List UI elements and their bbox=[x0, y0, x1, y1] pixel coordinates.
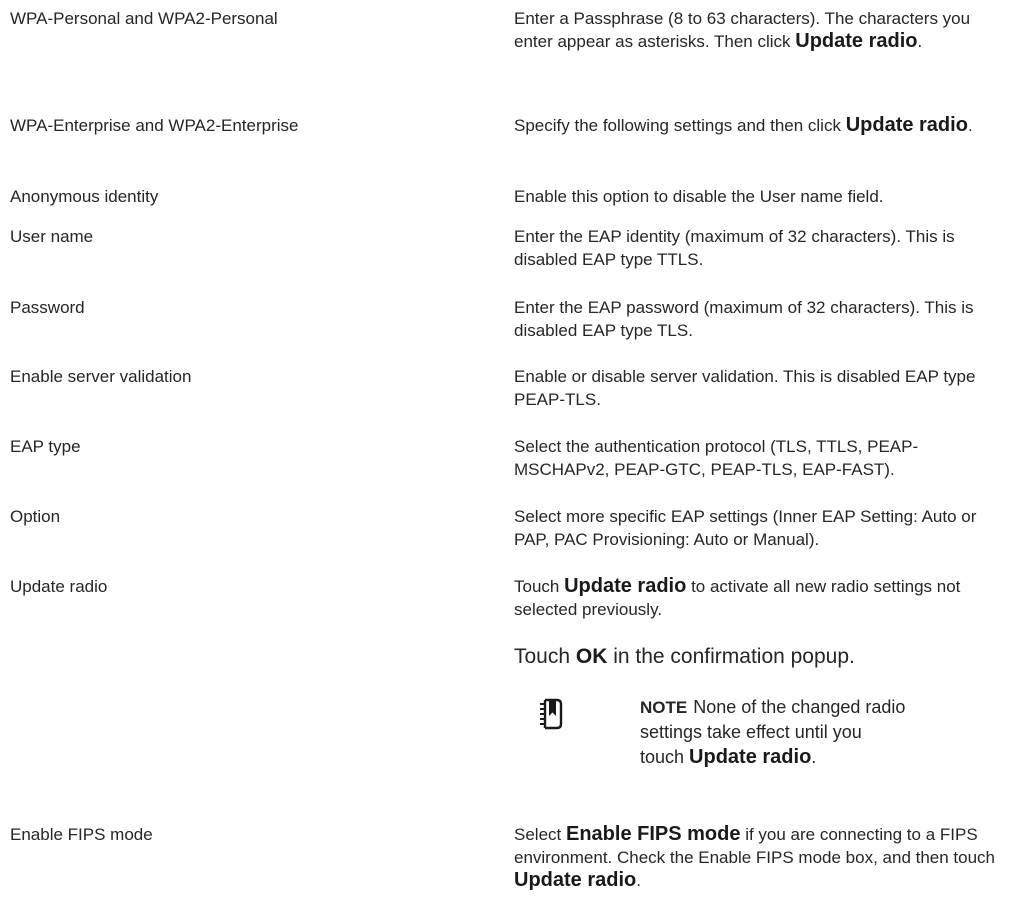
desc-text: in the confirmation popup. bbox=[607, 645, 855, 668]
note-text: NOTE None of the changed radio settings t… bbox=[640, 695, 910, 770]
note: NOTE None of the changed radio settings t… bbox=[537, 695, 977, 805]
desc-bold: Update radio bbox=[564, 575, 687, 597]
desc-text: Touch bbox=[514, 577, 565, 596]
manual-book-icon bbox=[540, 698, 563, 730]
note-end: . bbox=[811, 747, 817, 767]
desc-server-validation: Enable or disable server validation. Thi… bbox=[514, 367, 976, 409]
desc-fips-mode: Select Enable FIPS mode if you are conne… bbox=[514, 823, 996, 892]
desc-eap-type: Select the authentication protocol (TLS,… bbox=[514, 437, 919, 479]
term-fips-mode: Enable FIPS mode bbox=[10, 825, 153, 844]
desc-anonymous-identity: Enable this option to disable the User n… bbox=[514, 187, 884, 206]
term-anonymous-identity: Anonymous identity bbox=[10, 187, 159, 206]
note-bold: Update radio bbox=[689, 746, 812, 768]
desc-bold: Update radio bbox=[795, 30, 918, 52]
desc-text: Select bbox=[514, 825, 566, 844]
desc-user-name: Enter the EAP identity (maximum of 32 ch… bbox=[514, 227, 955, 269]
term-eap-type: EAP type bbox=[10, 437, 81, 456]
term-update-radio: Update radio bbox=[10, 577, 108, 596]
term-user-name: User name bbox=[10, 227, 94, 246]
desc-bold: Update radio bbox=[514, 869, 637, 891]
desc-end: . bbox=[636, 871, 641, 890]
term-password: Password bbox=[10, 298, 85, 317]
term-wpa-enterprise: WPA-Enterprise and WPA2-Enterprise bbox=[10, 116, 299, 135]
desc-text: Specify the following settings and then … bbox=[514, 116, 846, 135]
desc-text: Touch bbox=[514, 645, 576, 668]
term-wpa-personal: WPA-Personal and WPA2-Personal bbox=[10, 9, 278, 28]
desc-bold: OK bbox=[575, 645, 608, 668]
desc-bold: Enable FIPS mode bbox=[565, 823, 741, 845]
desc-end: . bbox=[917, 32, 923, 51]
term-server-validation: Enable server validation bbox=[10, 367, 192, 386]
term-option: Option bbox=[10, 507, 61, 526]
desc-wpa-enterprise: Specify the following settings and then … bbox=[514, 114, 996, 137]
desc-update-radio: Touch Update radio to activate all new r… bbox=[514, 575, 996, 621]
desc-confirmation: Touch OK in the confirmation popup. bbox=[514, 643, 996, 670]
desc-password: Enter the EAP password (maximum of 32 ch… bbox=[514, 298, 974, 340]
desc-option: Select more specific EAP settings (Inner… bbox=[514, 507, 977, 549]
desc-wpa-personal: Enter a Passphrase (8 to 63 characters).… bbox=[514, 7, 996, 53]
desc-end: . bbox=[967, 116, 973, 135]
note-label: NOTE bbox=[640, 698, 688, 717]
desc-bold: Update radio bbox=[845, 114, 968, 136]
